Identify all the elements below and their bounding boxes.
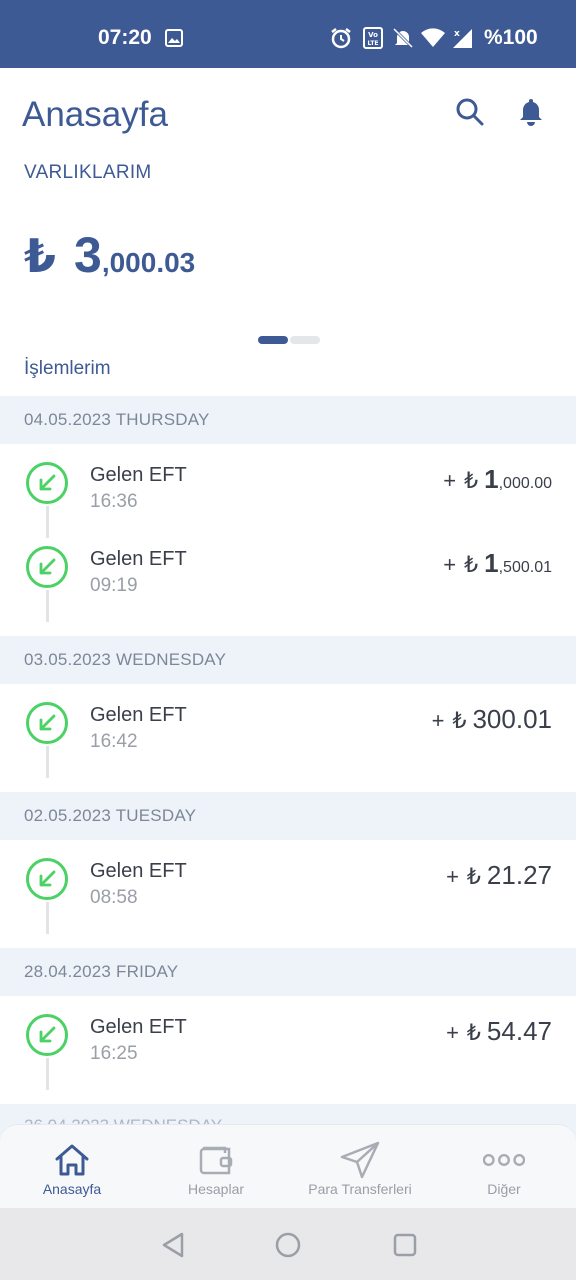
transaction-name: Gelen EFT: [90, 464, 187, 486]
carousel-indicator: [258, 336, 320, 344]
back-button[interactable]: [158, 1230, 188, 1260]
total-balance: ₺ 3 ,000.03: [24, 226, 195, 284]
search-icon: [456, 98, 484, 126]
bell-icon: [520, 99, 542, 126]
volte-icon: Vo LTE: [362, 26, 384, 50]
amount-sign: +: [446, 1020, 459, 1045]
incoming-arrow-icon: [26, 546, 68, 588]
amount-value: 54.47: [486, 1016, 552, 1046]
transaction-time: 16:42: [90, 731, 138, 752]
amount-currency: ₺: [466, 864, 481, 889]
carousel-dot-active[interactable]: [258, 336, 288, 344]
nav-label: Para Transferleri: [308, 1181, 412, 1197]
transaction-amount: + ₺ 54.47: [446, 1016, 552, 1047]
date-header: 02.05.2023 TUESDAY: [0, 792, 576, 840]
timeline-connector: [46, 746, 49, 778]
incoming-arrow-icon: [26, 462, 68, 504]
transactions-title: İşlemlerim: [24, 358, 111, 379]
search-button[interactable]: [452, 94, 488, 130]
timeline-connector: [46, 902, 49, 934]
transaction-time: 08:58: [90, 887, 138, 908]
amount-sign: +: [431, 708, 445, 733]
amount-decimal: ,000.00: [498, 475, 552, 492]
back-triangle-icon: [162, 1232, 184, 1258]
transaction-name: Gelen EFT: [90, 1016, 187, 1038]
nav-accounts[interactable]: Hesaplar: [144, 1125, 288, 1208]
send-icon: [339, 1139, 381, 1181]
amount-decimal: ,500.01: [498, 559, 552, 576]
recents-button[interactable]: [390, 1230, 420, 1260]
amount-sign: +: [443, 468, 457, 493]
incoming-arrow-icon: [26, 858, 68, 900]
page-title: Anasayfa: [22, 95, 168, 134]
amount-currency: ₺: [464, 552, 479, 577]
currency-symbol: ₺: [24, 230, 57, 282]
battery-level: %100: [484, 26, 538, 49]
nav-home[interactable]: Anasayfa: [0, 1125, 144, 1208]
transaction-amount: + ₺ 300.01: [432, 704, 552, 735]
balance-integer: 3: [74, 227, 102, 283]
assets-label: VARLIKLARIM: [24, 162, 152, 183]
transaction-time: 16:25: [90, 1043, 138, 1064]
nav-label: Diğer: [487, 1181, 521, 1197]
bottom-nav: Anasayfa Hesaplar Para Transferleri Diğe…: [0, 1124, 576, 1208]
mute-icon: [392, 26, 414, 50]
amount-value: 300.01: [472, 704, 552, 734]
signal-icon: x: [450, 26, 474, 50]
amount-currency: ₺: [466, 1020, 481, 1045]
transaction-row[interactable]: Gelen EFT 16:25 + ₺ 54.47: [0, 996, 576, 1090]
date-header: 03.05.2023 WEDNESDAY: [0, 636, 576, 684]
amount-integer: 1: [484, 548, 499, 578]
image-icon: [164, 26, 184, 50]
nav-transfers[interactable]: Para Transferleri: [288, 1125, 432, 1208]
amount-currency: ₺: [452, 708, 467, 733]
svg-text:Vo: Vo: [368, 31, 378, 39]
transaction-row[interactable]: Gelen EFT 09:19 + ₺ 1 ,500.01: [0, 528, 576, 622]
alarm-icon: [330, 26, 352, 50]
recents-square-icon: [393, 1233, 417, 1257]
transaction-time: 09:19: [90, 575, 138, 596]
svg-text:x: x: [454, 29, 460, 39]
date-header: 04.05.2023 THURSDAY: [0, 396, 576, 444]
transaction-name: Gelen EFT: [90, 548, 187, 570]
nav-more[interactable]: Diğer: [432, 1125, 576, 1208]
home-icon: [51, 1139, 93, 1181]
transaction-amount: + ₺ 21.27: [446, 860, 552, 891]
transaction-row[interactable]: Gelen EFT 08:58 + ₺ 21.27: [0, 840, 576, 934]
home-circle-icon: [275, 1232, 301, 1258]
status-time: 07:20: [98, 26, 152, 49]
transaction-time: 16:36: [90, 491, 138, 512]
status-bar: 07:20 Vo LTE x %100: [0, 0, 576, 68]
transaction-name: Gelen EFT: [90, 704, 187, 726]
wifi-icon: [420, 26, 446, 50]
svg-text:LTE: LTE: [367, 40, 378, 47]
incoming-arrow-icon: [26, 702, 68, 744]
amount-value: 21.27: [486, 860, 552, 890]
nav-label: Hesaplar: [187, 1181, 245, 1197]
balance-decimal: ,000.03: [101, 247, 196, 278]
assets-card[interactable]: VARLIKLARIM ₺ 3 ,000.03: [0, 138, 576, 338]
amount-currency: ₺: [464, 468, 479, 493]
transaction-amount: + ₺ 1 ,500.01: [443, 548, 552, 579]
timeline-connector: [46, 1058, 49, 1090]
app-header: Anasayfa: [0, 68, 576, 138]
amount-integer: 1: [484, 464, 499, 494]
more-icon: [483, 1139, 525, 1181]
nav-label: Anasayfa: [42, 1181, 102, 1197]
date-header: 28.04.2023 FRIDAY: [0, 948, 576, 996]
transaction-row[interactable]: Gelen EFT 16:42 + ₺ 300.01: [0, 684, 576, 778]
home-system-button[interactable]: [273, 1230, 303, 1260]
amount-sign: +: [446, 864, 459, 889]
system-nav-bar: [0, 1208, 576, 1280]
carousel-dot[interactable]: [290, 336, 320, 344]
transaction-row[interactable]: Gelen EFT 16:36 + ₺ 1 ,000.00: [0, 444, 576, 538]
amount-sign: +: [443, 552, 457, 577]
transaction-name: Gelen EFT: [90, 860, 187, 882]
timeline-connector: [46, 590, 49, 622]
transaction-amount: + ₺ 1 ,000.00: [443, 464, 552, 495]
notifications-button[interactable]: [513, 94, 549, 130]
wallet-icon: [195, 1139, 237, 1181]
incoming-arrow-icon: [26, 1014, 68, 1056]
